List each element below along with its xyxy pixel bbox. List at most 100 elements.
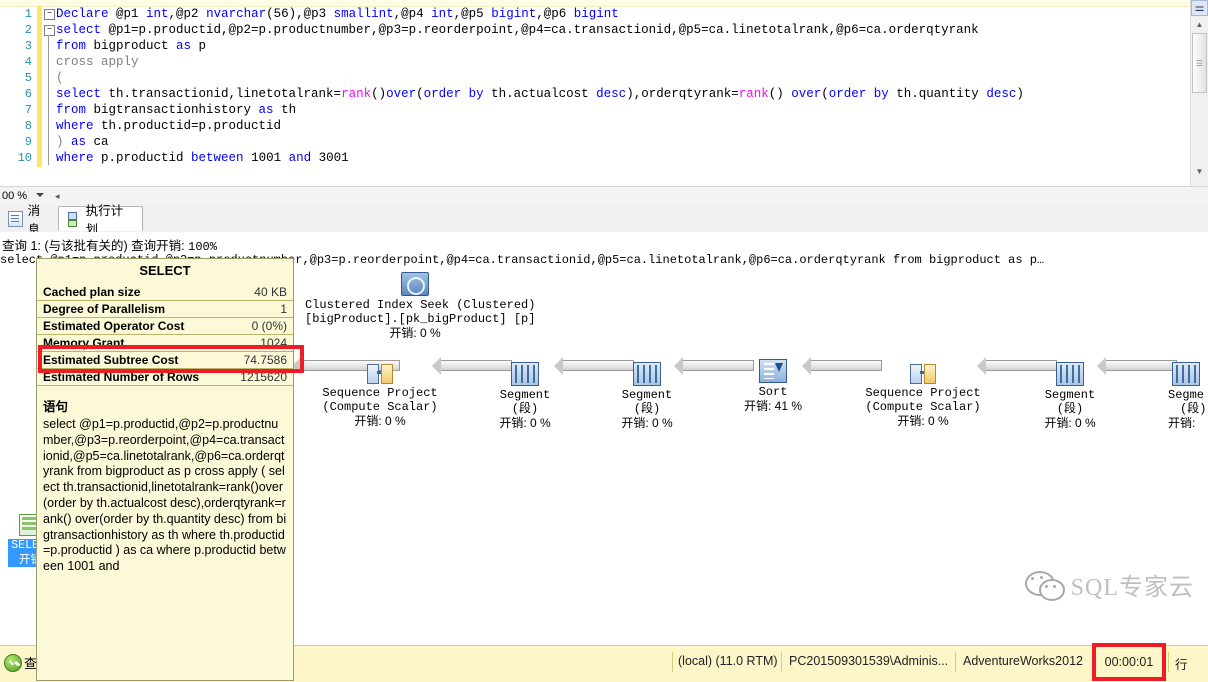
status-divider (1168, 652, 1169, 672)
tooltip-key: Degree of Parallelism (43, 302, 165, 316)
line-number: 4 (0, 54, 36, 70)
status-rows-label: 行 (1175, 654, 1188, 673)
status-divider (781, 652, 782, 672)
plan-node-name: Sort (698, 385, 848, 399)
plan-node-name: Clustered Index Seek (Clustered) (305, 298, 525, 312)
plan-node-tooltip: SELECT Cached plan size 40 KB Degree of … (36, 258, 294, 681)
editor-vertical-scrollbar[interactable]: ⚌ ▲ ☰ ▼ (1190, 0, 1208, 186)
status-divider (955, 652, 956, 672)
query-success-icon (4, 654, 22, 672)
plan-node-name: Segment (995, 388, 1145, 402)
plan-query-cost: 100% (188, 240, 217, 254)
plan-node-name: Segme (1140, 388, 1208, 402)
status-server: (local) (11.0 RTM) (678, 654, 778, 668)
tooltip-row-estimated-operator-cost: Estimated Operator Cost 0 (0%) (37, 318, 293, 335)
plan-node-cost: 开销: 0 % (848, 414, 998, 429)
plan-node-sort[interactable]: Sort 开销: 41 % (698, 359, 848, 414)
editor-scrollbar-thumb[interactable]: ☰ (1192, 33, 1207, 93)
plan-node-name: Sequence Project (305, 386, 455, 400)
code-line: ( (56, 70, 1188, 86)
editor-split-handle[interactable]: ⚌ (1191, 0, 1208, 16)
segment-icon (633, 362, 661, 386)
code-line: where p.productid between 1001 and 3001 (56, 150, 1188, 166)
scroll-left-icon[interactable]: ◂ (55, 191, 60, 202)
wechat-icon (1025, 571, 1065, 599)
segment-icon (1056, 362, 1084, 386)
tooltip-row-memory-grant: Memory Grant 1024 (37, 335, 293, 352)
chevron-down-icon[interactable] (36, 193, 44, 197)
plan-node-name: Sequence Project (848, 386, 998, 400)
sql-editor-pane[interactable]: 1 2 3 4 5 6 7 8 9 10 − − Declare @p1 int… (0, 0, 1208, 186)
tooltip-value: 74.7586 (244, 353, 287, 367)
plan-node-segment-3[interactable]: Segment (段) 开销: 0 % (995, 362, 1145, 431)
segment-icon (1172, 362, 1200, 386)
plan-node-sequence-project-1[interactable]: Sequence Project (Compute Scalar) 开销: 0 … (305, 362, 455, 429)
code-line: ) as ca (56, 134, 1188, 150)
tooltip-key: Estimated Number of Rows (43, 370, 199, 384)
segment-icon (511, 362, 539, 386)
line-number: 2 (0, 22, 36, 38)
line-number: 8 (0, 118, 36, 134)
code-line: from bigproduct as p (56, 38, 1188, 54)
plan-node-sub: (段) (995, 402, 1145, 416)
tooltip-key: Estimated Operator Cost (43, 319, 184, 333)
execution-plan-icon (67, 212, 81, 226)
watermark-text: SQL专家云 (1071, 567, 1194, 602)
tooltip-statement-text: select @p1=p.productid,@p2=p.productnumb… (37, 417, 293, 575)
line-number: 6 (0, 86, 36, 102)
code-line: from bigtransactionhistory as th (56, 102, 1188, 118)
plan-node-sequence-project-2[interactable]: Sequence Project (Compute Scalar) 开销: 0 … (848, 362, 998, 429)
collapse-icon[interactable]: − (44, 25, 55, 36)
collapse-icon[interactable]: − (44, 9, 55, 20)
editor-line-number-gutter: 1 2 3 4 5 6 7 8 9 10 (0, 6, 36, 186)
index-seek-icon (401, 272, 429, 296)
tooltip-value: 0 (0%) (252, 319, 287, 333)
tooltip-value: 1215620 (240, 370, 287, 384)
line-number: 7 (0, 102, 36, 118)
watermark: SQL专家云 (1025, 567, 1194, 602)
plan-node-cost: 开销: 0 % (995, 416, 1145, 431)
status-user: PC201509301539\Adminis... (789, 654, 948, 668)
plan-node-sub: (Compute Scalar) (305, 400, 455, 414)
editor-zoom-bar[interactable]: 00 % ◂ (0, 186, 1208, 207)
code-line: select @p1=p.productid,@p2=p.productnumb… (56, 22, 1188, 38)
plan-node-sub: (段) (1140, 402, 1208, 416)
plan-node-cost: 开销: 0 % (305, 414, 455, 429)
plan-node-cost: 开销: (1140, 416, 1208, 431)
line-number: 5 (0, 70, 36, 86)
plan-node-cost: 开销: 0 % (572, 416, 722, 431)
status-elapsed-time: 00:00:01 (1098, 652, 1160, 672)
plan-node-cost: 开销: 0 % (305, 326, 525, 341)
plan-node-sub: (Compute Scalar) (848, 400, 998, 414)
code-line: cross apply (56, 54, 1188, 70)
tab-execution-plan[interactable]: 执行计划 (58, 206, 143, 231)
plan-query-header-text: 查询 1: (与该批有关的) 查询开销: (2, 239, 188, 253)
tooltip-statement-header: 语句 (37, 386, 293, 417)
status-divider (672, 652, 673, 672)
line-number: 10 (0, 150, 36, 166)
sequence-project-icon (367, 362, 393, 384)
tooltip-key: Cached plan size (43, 285, 140, 299)
code-line: where th.productid=p.productid (56, 118, 1188, 134)
tab-messages[interactable]: 消息 (0, 206, 58, 231)
plan-node-clustered-index-seek[interactable]: Clustered Index Seek (Clustered) [bigPro… (305, 272, 525, 341)
plan-node-segment-4[interactable]: Segme (段) 开销: (1140, 362, 1208, 431)
editor-fold-gutter[interactable]: − − (44, 6, 56, 186)
line-number: 1 (0, 6, 36, 22)
tooltip-value: 40 KB (254, 285, 287, 299)
tooltip-row-estimated-subtree-cost: Estimated Subtree Cost 74.7586 (37, 352, 293, 369)
code-line: Declare @p1 int,@p2 nvarchar(56),@p3 sma… (56, 6, 1188, 22)
plan-node-sub: [bigProduct].[pk_bigProduct] [p] (305, 312, 525, 326)
line-number: 9 (0, 134, 36, 150)
tooltip-row-cached-plan-size: Cached plan size 40 KB (37, 284, 293, 301)
line-number: 3 (0, 38, 36, 54)
scroll-up-icon[interactable]: ▲ (1191, 17, 1208, 32)
tooltip-value: 1 (280, 302, 287, 316)
sort-icon (759, 359, 787, 383)
results-tab-bar[interactable]: 消息 执行计划 (0, 206, 1208, 233)
tooltip-key: Estimated Subtree Cost (43, 353, 178, 367)
editor-code-area[interactable]: Declare @p1 int,@p2 nvarchar(56),@p3 sma… (56, 6, 1188, 166)
fold-region-line (48, 35, 49, 165)
messages-icon (8, 211, 23, 227)
scroll-down-icon[interactable]: ▼ (1191, 164, 1208, 179)
